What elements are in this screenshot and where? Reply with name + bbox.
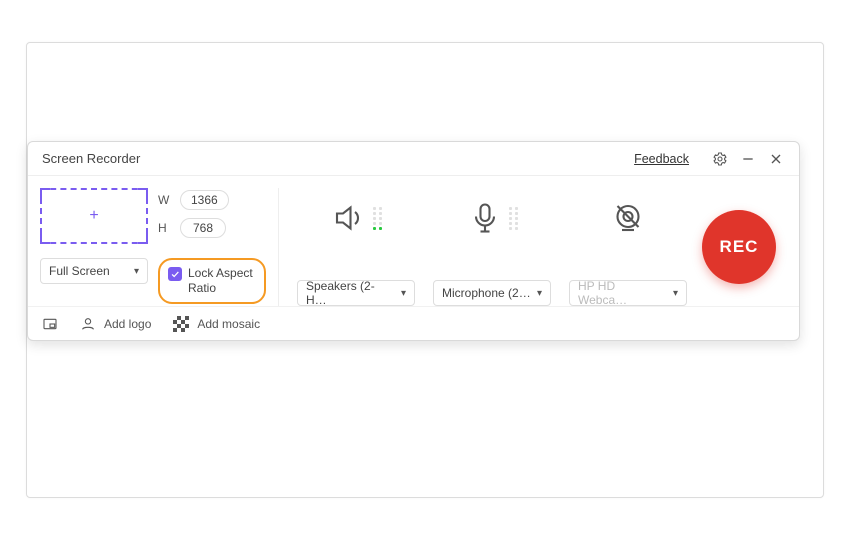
add-logo-button[interactable]: Add logo (80, 316, 151, 332)
mosaic-icon (173, 316, 189, 332)
lock-aspect-highlight: Lock Aspect Ratio (158, 258, 266, 304)
speaker-icon[interactable] (331, 200, 367, 236)
footer-toolbar: Add logo Add mosaic (28, 306, 799, 340)
region-column: + W 1366 H 768 Full Screen ▾ (40, 188, 278, 306)
content-area: + W 1366 H 768 Full Screen ▾ (28, 176, 799, 306)
microphone-device: Microphone (2… ▾ (429, 188, 555, 306)
width-value[interactable]: 1366 (180, 190, 229, 210)
speaker-select-value: Speakers (2- H… (306, 279, 395, 307)
mic-level (509, 207, 518, 230)
settings-icon[interactable] (711, 150, 729, 168)
chevron-down-icon: ▾ (537, 288, 542, 299)
titlebar: Screen Recorder Feedback (28, 142, 799, 176)
microphone-icon[interactable] (467, 200, 503, 236)
plus-icon: + (89, 208, 98, 224)
height-label: H (158, 221, 172, 235)
microphone-select-value: Microphone (2… (442, 286, 531, 300)
close-icon[interactable] (767, 150, 785, 168)
microphone-select[interactable]: Microphone (2… ▾ (433, 280, 551, 306)
feedback-link[interactable]: Feedback (634, 152, 689, 166)
webcam-disabled-icon[interactable] (610, 200, 646, 236)
devices-column: Speakers (2- H… ▾ (278, 188, 691, 306)
lock-aspect-label: Lock Aspect Ratio (188, 266, 254, 296)
record-button-label: REC (720, 237, 759, 257)
speaker-select[interactable]: Speakers (2- H… ▾ (297, 280, 415, 306)
region-selector[interactable]: + (40, 188, 148, 244)
add-mosaic-button[interactable]: Add mosaic (173, 316, 260, 332)
add-mosaic-label: Add mosaic (197, 317, 260, 331)
minimize-icon[interactable] (739, 150, 757, 168)
lock-aspect-checkbox[interactable] (168, 267, 182, 281)
speaker-level (373, 207, 382, 230)
chevron-down-icon: ▾ (401, 288, 406, 299)
screen-recorder-window: Screen Recorder Feedback + (27, 141, 800, 341)
width-label: W (158, 193, 172, 207)
app-title: Screen Recorder (42, 151, 140, 166)
webcam-select-value: HP HD Webca… (578, 279, 667, 307)
record-button[interactable]: REC (702, 210, 776, 284)
dimensions: W 1366 H 768 (158, 190, 229, 238)
record-column: REC (691, 188, 787, 306)
speaker-device: Speakers (2- H… ▾ (293, 188, 419, 306)
height-value[interactable]: 768 (180, 218, 226, 238)
webcam-device: HP HD Webca… ▾ (565, 188, 691, 306)
region-mode-select[interactable]: Full Screen ▾ (40, 258, 148, 284)
region-mode-value: Full Screen (49, 264, 110, 278)
pip-button[interactable] (42, 316, 58, 332)
chevron-down-icon: ▾ (673, 288, 678, 299)
chevron-down-icon: ▾ (134, 266, 139, 277)
add-logo-label: Add logo (104, 317, 151, 331)
webcam-select[interactable]: HP HD Webca… ▾ (569, 280, 687, 306)
